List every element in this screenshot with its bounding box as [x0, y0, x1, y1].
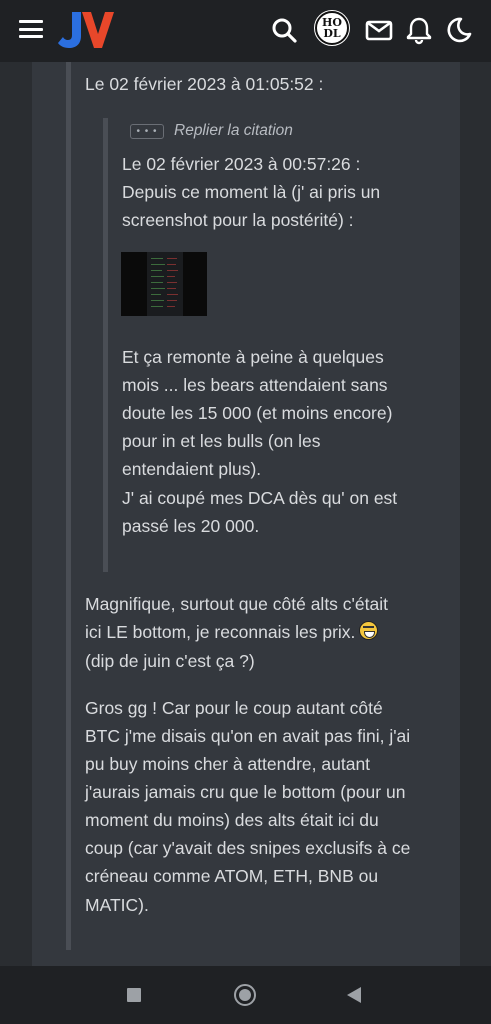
nested-quote-line: screenshot pour la postérité) : [122, 210, 354, 230]
nested-quote-line: doute les 15 000 (et moins encore) [122, 403, 393, 423]
post-line: (dip de juin c'est ça ?) [85, 651, 255, 671]
post-line: pu buy moins cher à attendre, autant [85, 754, 371, 774]
home-button[interactable] [234, 984, 256, 1006]
recents-button[interactable] [127, 988, 141, 1002]
nested-quote-line: Depuis ce moment là (j' ai pris un [122, 182, 381, 202]
nested-quote-line: pour in et les bulls (on les [122, 431, 321, 451]
top-app-bar: HODL [0, 0, 491, 62]
quote-header: Le 02 février 2023 à 01:05:52 : [85, 74, 324, 94]
screenshot-thumbnail[interactable] [121, 252, 207, 316]
mail-icon[interactable] [364, 15, 394, 45]
post-line: ici LE bottom, je reconnais les prix. [85, 618, 445, 646]
post-line: Magnifique, surtout que côté alts c'étai… [85, 594, 388, 614]
nested-quote-header: Le 02 février 2023 à 00:57:26 : [122, 154, 361, 174]
nested-quote-line: J' ai coupé mes DCA dès qu' on est [122, 488, 398, 508]
post-line-text: ici LE bottom, je reconnais les prix. [85, 622, 356, 642]
quote-bar [66, 62, 71, 950]
laughing-emoji-icon [359, 621, 379, 640]
collapse-quote-link[interactable]: Replier la citation [174, 122, 293, 140]
menu-icon[interactable] [19, 20, 43, 38]
post-line: créneau comme ATOM, ETH, BNB ou [85, 866, 379, 886]
nested-quote-line: mois ... les bears attendaient sans [122, 375, 388, 395]
collapse-quote-button[interactable]: • • • [130, 124, 164, 139]
nested-quote-line: passé les 20 000. [122, 516, 260, 536]
avatar-text: HODL [322, 16, 342, 40]
avatar[interactable]: HODL [312, 8, 352, 48]
nested-quote-line: Et ça remonte à peine à quelques [122, 347, 384, 367]
post-line: BTC j'me disais qu'on en avait pas fini,… [85, 726, 411, 746]
post-line: moment du moins) des alts était ici du [85, 810, 379, 830]
post-line: MATIC). [85, 895, 149, 915]
back-button[interactable] [347, 987, 361, 1003]
jv-logo[interactable] [58, 10, 114, 50]
nested-quote-bar [103, 118, 108, 572]
search-icon[interactable] [269, 15, 299, 45]
moon-icon[interactable] [444, 15, 474, 45]
post-line: Gros gg ! Car pour le coup autant côté [85, 698, 383, 718]
nested-quote-line: entendaient plus). [122, 459, 262, 479]
bell-icon[interactable] [404, 15, 434, 45]
post-line: coup (car y'avait des snipes exclusifs à… [85, 838, 411, 858]
post-line: j'aurais jamais cru que le bottom (pour … [85, 782, 406, 802]
